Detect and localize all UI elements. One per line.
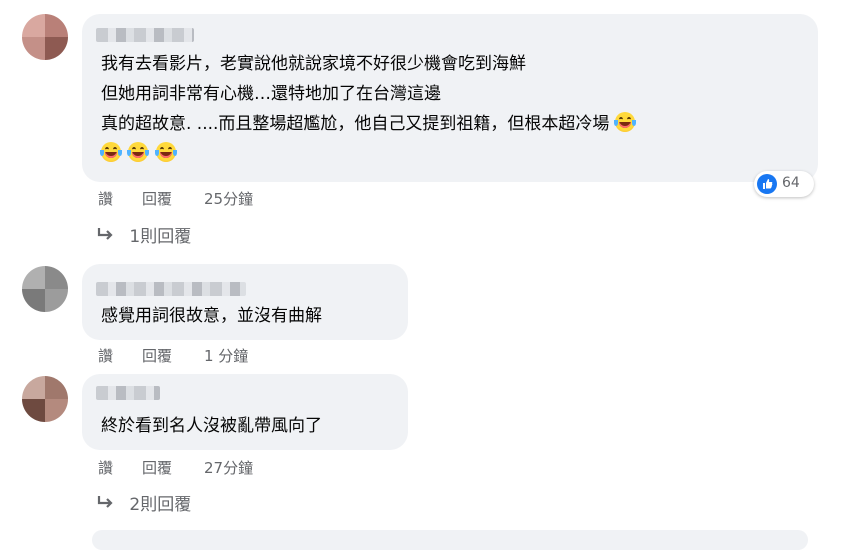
comment-text-line-3-text: 真的超故意. ....而且整場超尷尬，他自己又提到祖籍，但根本超冷場 bbox=[101, 114, 610, 134]
comment-text-line-1: 感覺用詞很故意，並沒有曲解 bbox=[101, 306, 322, 326]
avatar[interactable] bbox=[22, 266, 68, 312]
comment-text-line-1: 終於看到名人沒被亂帶風向了 bbox=[101, 416, 322, 436]
comment-bubble: 我有去看影片，老實說他就說家境不好很少機會吃到海鮮 但她用詞非常有心機…還特地加… bbox=[82, 14, 818, 182]
emoji-row bbox=[100, 142, 178, 166]
avatar[interactable] bbox=[22, 376, 68, 422]
comment-text-line-3: 真的超故意. ....而且整場超尷尬，他自己又提到祖籍，但根本超冷場 bbox=[101, 112, 637, 136]
commenter-name-blurred[interactable] bbox=[96, 282, 246, 296]
like-icon bbox=[757, 174, 777, 194]
reply-arrow-icon bbox=[96, 226, 116, 247]
comment-text-line-1: 我有去看影片，老實說他就說家境不好很少機會吃到海鮮 bbox=[101, 54, 526, 74]
commenter-name-blurred[interactable] bbox=[96, 386, 160, 400]
like-action[interactable]: 讚 bbox=[98, 457, 113, 478]
like-action[interactable]: 讚 bbox=[98, 188, 113, 209]
comment-timestamp[interactable]: 1 分鐘 bbox=[204, 345, 248, 366]
laughing-tears-emoji-icon bbox=[127, 142, 150, 162]
comment-bubble: 終於看到名人沒被亂帶風向了 bbox=[82, 374, 408, 450]
like-action[interactable]: 讚 bbox=[98, 345, 113, 366]
comment-actions: 讚 回覆 1 分鐘 bbox=[98, 345, 398, 365]
replies-count-label: 2則回覆 bbox=[129, 495, 192, 515]
laughing-tears-emoji-icon bbox=[154, 142, 177, 162]
comment-timestamp[interactable]: 27分鐘 bbox=[204, 457, 253, 478]
reply-action[interactable]: 回覆 bbox=[142, 188, 172, 209]
comment-actions: 讚 回覆 25分鐘 bbox=[98, 188, 398, 208]
comment-timestamp[interactable]: 25分鐘 bbox=[204, 188, 253, 209]
reply-arrow-icon bbox=[96, 494, 116, 515]
comment-text-line-2: 但她用詞非常有心機…還特地加了在台灣這邊 bbox=[101, 84, 441, 104]
reaction-count: 64 bbox=[782, 175, 800, 191]
comment-actions: 讚 回覆 27分鐘 bbox=[98, 457, 398, 477]
comment-bubble: 感覺用詞很故意，並沒有曲解 bbox=[82, 264, 408, 340]
reply-action[interactable]: 回覆 bbox=[142, 345, 172, 366]
laughing-tears-emoji-icon bbox=[100, 142, 122, 162]
view-replies-link[interactable]: 1則回覆 bbox=[96, 222, 191, 247]
reaction-summary[interactable]: 64 bbox=[754, 171, 814, 197]
laughing-tears-emoji-icon bbox=[613, 112, 636, 132]
avatar[interactable] bbox=[22, 14, 68, 60]
view-replies-link[interactable]: 2則回覆 bbox=[96, 490, 191, 515]
commenter-name-blurred[interactable] bbox=[96, 28, 194, 42]
replies-count-label: 1則回覆 bbox=[129, 227, 192, 247]
next-comment-bubble-partial bbox=[92, 530, 808, 550]
reply-action[interactable]: 回覆 bbox=[142, 457, 172, 478]
